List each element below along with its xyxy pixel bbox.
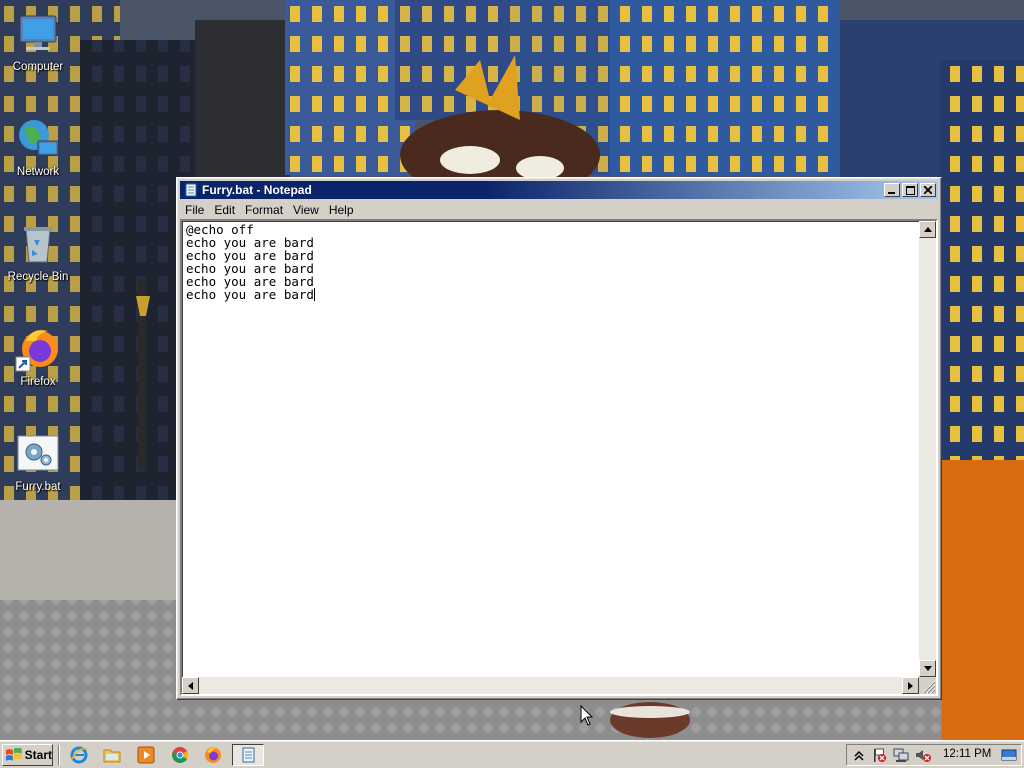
start-button[interactable]: Start bbox=[2, 744, 53, 766]
menu-file[interactable]: File bbox=[180, 203, 209, 217]
batch-file-icon bbox=[17, 435, 59, 471]
firefox-icon[interactable] bbox=[204, 746, 222, 764]
minimize-button[interactable] bbox=[884, 183, 900, 197]
menu-view[interactable]: View bbox=[288, 203, 324, 217]
scroll-down-button[interactable] bbox=[919, 660, 936, 677]
show-hidden-icons-icon[interactable] bbox=[851, 747, 867, 763]
text-caret bbox=[313, 288, 315, 301]
file-explorer-icon[interactable] bbox=[103, 746, 121, 764]
taskbar-separator bbox=[58, 745, 60, 765]
editor-area[interactable]: @echo off echo you are bard echo you are… bbox=[180, 219, 938, 696]
arrow-right-icon bbox=[908, 681, 913, 690]
menu-format[interactable]: Format bbox=[240, 203, 288, 217]
start-label: Start bbox=[24, 748, 52, 762]
document-text: @echo off echo you are bard echo you are… bbox=[186, 222, 314, 302]
clock[interactable]: 12:11 PM bbox=[943, 748, 991, 760]
desktop-icon-recycle-bin[interactable]: Recycle Bin bbox=[4, 214, 72, 304]
media-player-icon[interactable] bbox=[137, 746, 155, 764]
vertical-scrollbar[interactable] bbox=[919, 221, 936, 677]
menu-help[interactable]: Help bbox=[324, 203, 359, 217]
title-bar[interactable]: Furry.bat - Notepad bbox=[180, 181, 938, 199]
scroll-right-button[interactable] bbox=[902, 677, 919, 694]
firefox-icon bbox=[15, 330, 58, 372]
taskbar-button-notepad[interactable] bbox=[232, 744, 264, 766]
notepad-icon bbox=[242, 747, 255, 763]
desktop-icon-label: Firefox bbox=[20, 376, 56, 388]
text-content[interactable]: @echo off echo you are bard echo you are… bbox=[184, 221, 918, 676]
network-icon bbox=[19, 120, 59, 156]
scroll-up-button[interactable] bbox=[919, 221, 936, 238]
mouse-pointer-icon bbox=[580, 705, 594, 726]
desktop-icon-network[interactable]: Network bbox=[4, 109, 72, 199]
system-tray: 12:11 PM bbox=[846, 744, 1022, 766]
close-button[interactable] bbox=[920, 183, 936, 197]
close-icon bbox=[924, 186, 932, 194]
network-status-icon[interactable] bbox=[893, 747, 909, 763]
horizontal-scrollbar[interactable] bbox=[182, 677, 919, 694]
resize-grip-icon bbox=[922, 680, 936, 694]
internet-explorer-icon[interactable] bbox=[70, 746, 88, 764]
desktop-icon-label: Recycle Bin bbox=[7, 271, 69, 283]
notepad-window: Furry.bat - Notepad File Edit Format Vie… bbox=[176, 177, 942, 700]
desktop-icon-firefox[interactable]: Firefox bbox=[4, 319, 72, 409]
menu-bar: File Edit Format View Help bbox=[180, 200, 938, 219]
resize-grip[interactable] bbox=[919, 677, 936, 694]
volume-muted-icon[interactable] bbox=[915, 747, 931, 763]
menu-edit[interactable]: Edit bbox=[209, 203, 240, 217]
desktop-icon-label: Furry.bat bbox=[15, 481, 61, 493]
arrow-left-icon bbox=[188, 681, 193, 690]
taskbar: Start 12:11 PM bbox=[0, 740, 1024, 768]
chrome-icon[interactable] bbox=[171, 746, 189, 764]
notepad-icon bbox=[185, 183, 197, 197]
window-title: Furry.bat - Notepad bbox=[202, 183, 312, 197]
minimize-icon bbox=[888, 192, 895, 194]
action-center-flag-icon[interactable] bbox=[871, 747, 887, 763]
windows-logo-icon bbox=[6, 748, 22, 761]
maximize-button[interactable] bbox=[902, 183, 918, 197]
maximize-icon bbox=[905, 185, 915, 195]
desktop-icon-label: Network bbox=[16, 166, 60, 178]
arrow-up-icon bbox=[923, 227, 932, 232]
desktop-icon-furry-bat[interactable]: Furry.bat bbox=[4, 424, 72, 514]
arrow-down-icon bbox=[923, 666, 932, 671]
desktop-icon-label: Computer bbox=[12, 61, 64, 73]
recycle-bin-icon bbox=[24, 227, 52, 263]
scroll-left-button[interactable] bbox=[182, 677, 199, 694]
computer-icon bbox=[19, 15, 57, 50]
desktop-icon-computer[interactable]: Computer bbox=[4, 4, 72, 94]
show-desktop-icon[interactable] bbox=[1001, 747, 1017, 763]
